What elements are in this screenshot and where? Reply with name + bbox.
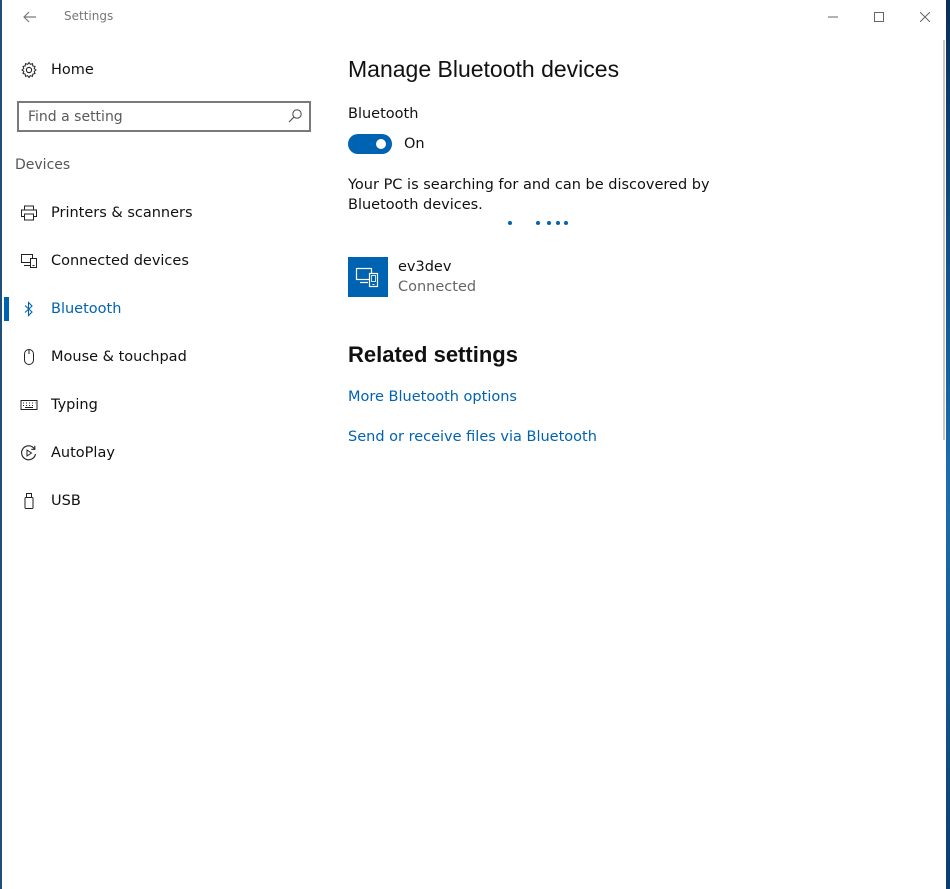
progress-dot: [564, 221, 568, 225]
device-pc-phone-icon: [348, 257, 388, 297]
close-icon: [920, 12, 930, 22]
desktop-background-edge: [946, 0, 950, 889]
device-item-ev3dev[interactable]: ev3dev Connected: [348, 257, 648, 297]
send-receive-files-link[interactable]: Send or receive files via Bluetooth: [348, 429, 597, 445]
sidebar-item-typing[interactable]: Typing: [4, 381, 324, 429]
settings-window: Settings Home Find a setting Devices Pri…: [0, 0, 950, 889]
progress-dot: [556, 221, 560, 225]
sidebar-item-home[interactable]: Home: [4, 54, 324, 86]
sidebar-item-printers[interactable]: Printers & scanners: [4, 189, 324, 237]
maximize-icon: [874, 12, 884, 22]
home-label: Home: [51, 62, 94, 78]
sidebar-item-label: Connected devices: [51, 253, 189, 269]
sidebar-item-label: AutoPlay: [51, 445, 115, 461]
sidebar-item-mouse[interactable]: Mouse & touchpad: [4, 333, 324, 381]
bluetooth-toggle-label: Bluetooth: [348, 106, 419, 122]
searching-progress-dots: [506, 221, 576, 227]
device-status: Connected: [398, 279, 477, 295]
connected-devices-icon: [18, 253, 40, 269]
sidebar-item-autoplay[interactable]: AutoPlay: [4, 429, 324, 477]
sidebar-item-label: Bluetooth: [51, 301, 122, 317]
title-bar: Settings: [4, 0, 948, 34]
printer-icon: [18, 205, 40, 221]
progress-dot: [536, 221, 540, 225]
discovery-status-message: Your PC is searching for and can be disc…: [348, 177, 710, 213]
section-label-devices: Devices: [15, 157, 71, 173]
sidebar: Home Devices Printers & scanners: [4, 34, 324, 889]
scrollbar[interactable]: [943, 40, 945, 440]
progress-dot: [508, 221, 512, 225]
toggle-state-text: On: [404, 136, 425, 152]
keyboard-icon: [18, 399, 40, 411]
close-button[interactable]: [902, 4, 948, 30]
usb-icon: [18, 492, 40, 510]
sidebar-item-label: USB: [51, 493, 81, 509]
sidebar-item-connected-devices[interactable]: Connected devices: [4, 237, 324, 285]
back-button[interactable]: [16, 6, 44, 28]
maximize-button[interactable]: [856, 4, 902, 30]
progress-dot: [547, 221, 551, 225]
mouse-icon: [18, 348, 40, 366]
gear-icon: [18, 61, 40, 79]
sidebar-item-usb[interactable]: USB: [4, 477, 324, 525]
sidebar-nav: Printers & scanners Connected devices Bl…: [4, 189, 324, 525]
device-text: ev3dev Connected: [398, 257, 476, 297]
sidebar-item-bluetooth[interactable]: Bluetooth: [4, 285, 324, 333]
related-settings-heading: Related settings: [348, 342, 518, 367]
device-name: ev3dev: [398, 259, 452, 275]
minimize-button[interactable]: [810, 4, 856, 30]
search-icon[interactable]: [287, 108, 303, 124]
more-bluetooth-options-link[interactable]: More Bluetooth options: [348, 389, 517, 405]
bluetooth-toggle[interactable]: [348, 134, 392, 154]
toggle-knob: [376, 139, 386, 149]
sidebar-item-label: Printers & scanners: [51, 205, 193, 221]
autoplay-icon: [18, 444, 40, 462]
page-title: Manage Bluetooth devices: [348, 56, 620, 82]
search-box[interactable]: [17, 101, 311, 132]
sidebar-item-label: Mouse & touchpad: [51, 349, 187, 365]
minimize-icon: [828, 16, 838, 18]
window-title: Settings: [64, 9, 114, 23]
search-input[interactable]: [19, 103, 274, 130]
back-arrow-icon: [23, 11, 36, 23]
bluetooth-icon: [18, 301, 40, 317]
sidebar-item-label: Typing: [51, 397, 98, 413]
